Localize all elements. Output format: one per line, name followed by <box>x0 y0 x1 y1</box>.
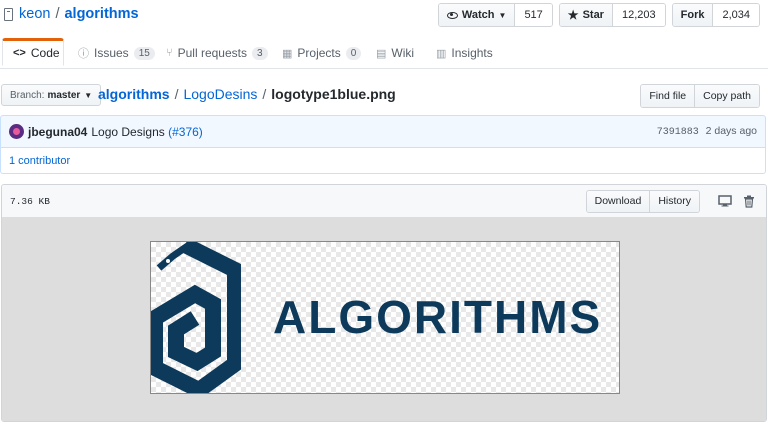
star-group: ★ Star 12,203 <box>558 3 666 27</box>
file-button-group: Download History <box>585 189 700 213</box>
commit-time: 2 days ago <box>705 125 757 137</box>
tab-projects-label: Projects <box>297 46 341 60</box>
fork-button[interactable]: Fork <box>672 4 714 26</box>
file-nav-buttons: Find file Copy path <box>640 84 760 108</box>
fork-label: Fork <box>680 9 705 21</box>
commit-tease: jbeguna04 Logo Designs (#376) 7391883 2 … <box>0 115 766 148</box>
watch-label: Watch <box>461 9 495 21</box>
fork-count[interactable]: 2,034 <box>713 4 759 26</box>
breadcrumb-file-name: logotype1blue.png <box>271 86 396 102</box>
watch-button[interactable]: Watch ▼ <box>438 4 516 26</box>
issue-icon: ⓘ <box>78 48 89 60</box>
repo-icon <box>4 7 13 21</box>
issues-counter: 15 <box>133 46 155 60</box>
watch-group: Watch ▼ 517 <box>437 3 553 27</box>
eye-icon <box>446 11 458 19</box>
contributors-link[interactable]: 1 contributor <box>9 155 70 167</box>
pull-request-icon: ⑂ <box>166 47 173 59</box>
repo-actions: Watch ▼ 517 ★ Star 12,203 Fork 2,034 <box>437 3 760 27</box>
fork-group: Fork 2,034 <box>671 3 760 27</box>
tab-issues-label: Issues <box>94 46 129 60</box>
repo-owner-link[interactable]: keon <box>19 6 50 22</box>
commit-message: Logo Designs (#376) <box>91 125 202 139</box>
algorithms-logo-mark <box>151 242 241 393</box>
tab-projects[interactable]: ▦ Projects 0 <box>282 38 362 68</box>
tab-code-label: Code <box>30 46 60 60</box>
download-button[interactable]: Download <box>586 190 650 212</box>
star-label: Star <box>582 9 604 21</box>
history-button[interactable]: History <box>649 190 699 212</box>
star-button[interactable]: ★ Star <box>559 4 613 26</box>
graph-icon: ▥ <box>436 47 447 60</box>
repo-title: keon / algorithms <box>4 6 139 22</box>
logo-image: ALGORITHMS <box>150 241 620 394</box>
watch-count[interactable]: 517 <box>515 4 552 26</box>
tab-issues[interactable]: ⓘ Issues 15 <box>78 38 155 68</box>
code-icon: <> <box>13 47 26 59</box>
desktop-icon[interactable] <box>716 193 734 209</box>
file-header: 7.36 KB Download History <box>2 185 766 218</box>
repo-header: keon / algorithms Watch ▼ 517 ★ Star 12,20… <box>0 0 768 32</box>
trash-icon[interactable] <box>740 193 758 209</box>
star-icon: ★ <box>567 8 579 22</box>
caret-down-icon: ▼ <box>84 90 93 100</box>
commit-message-text[interactable]: Logo Designs <box>91 125 164 139</box>
tab-wiki-label: Wiki <box>391 46 415 60</box>
pull-requests-counter: 3 <box>251 46 268 60</box>
avatar[interactable] <box>9 124 24 139</box>
book-icon: ▤ <box>376 47 387 60</box>
contributors-bar: 1 contributor <box>0 148 766 174</box>
breadcrumb-folder-link[interactable]: LogoDesins <box>183 86 257 102</box>
tab-insights[interactable]: ▥ Insights <box>436 38 493 68</box>
find-file-button[interactable]: Find file <box>641 85 695 107</box>
tab-pull-requests[interactable]: ⑂ Pull requests 3 <box>166 38 268 68</box>
project-icon: ▦ <box>282 47 293 60</box>
breadcrumb-separator: / <box>262 86 267 102</box>
repo-title-separator: / <box>55 6 60 22</box>
branch-label: Branch: <box>10 89 45 101</box>
star-count[interactable]: 12,203 <box>612 4 665 26</box>
commit-pr-link[interactable]: (#376) <box>168 125 203 139</box>
tab-insights-label: Insights <box>451 46 493 60</box>
branch-value: master <box>47 89 81 101</box>
file-box: 7.36 KB Download History ALGORITHMS <box>1 184 767 422</box>
breadcrumb-separator: / <box>174 86 179 102</box>
tab-wiki[interactable]: ▤ Wiki <box>376 38 414 68</box>
repo-nav: <> Code ⓘ Issues 15 ⑂ Pull requests 3 ▦ Projec… <box>0 38 768 69</box>
caret-down-icon: ▼ <box>498 10 507 20</box>
branch-select-button[interactable]: Branch: master ▼ <box>1 84 102 106</box>
copy-path-button[interactable]: Copy path <box>694 85 759 107</box>
breadcrumb-root-link[interactable]: algorithms <box>98 86 170 102</box>
image-preview-area: ALGORITHMS <box>2 217 766 421</box>
file-header-actions: Download History <box>585 189 758 213</box>
commit-sha-link[interactable]: 7391883 <box>657 127 699 138</box>
tab-code[interactable]: <> Code <box>2 38 64 66</box>
commit-author-link[interactable]: jbeguna04 <box>28 125 87 139</box>
file-size: 7.36 KB <box>10 195 50 207</box>
logo-wordmark: ALGORITHMS <box>273 291 603 343</box>
tab-pull-requests-label: Pull requests <box>177 46 247 60</box>
breadcrumb: algorithms / LogoDesins / logotype1blue.… <box>98 86 396 102</box>
commit-meta: 7391883 2 days ago <box>657 125 757 138</box>
projects-counter: 0 <box>345 46 362 60</box>
repo-name-link[interactable]: algorithms <box>64 6 138 22</box>
